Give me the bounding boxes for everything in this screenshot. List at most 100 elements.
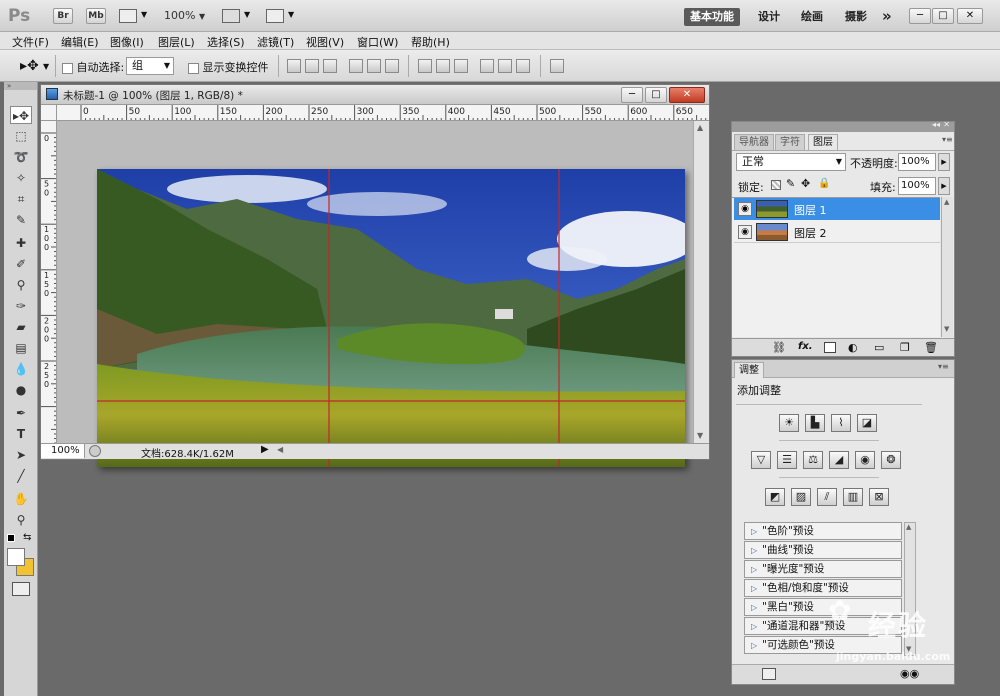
more-workspaces-icon[interactable]: » — [878, 8, 896, 26]
arrange-documents-icon[interactable] — [222, 9, 240, 23]
distribute-hcenter-icon[interactable] — [498, 59, 512, 73]
menu-layer[interactable]: 图层(L) — [158, 34, 195, 50]
hand-tool-icon[interactable]: ✋ — [10, 490, 32, 508]
fill-field[interactable]: 100% — [898, 177, 936, 195]
distribute-right-icon[interactable] — [516, 59, 530, 73]
distribute-bottom-icon[interactable] — [454, 59, 468, 73]
canvas-area[interactable] — [57, 121, 693, 467]
link-layers-icon[interactable]: ⛓ — [772, 341, 786, 354]
spot-healing-tool-icon[interactable]: ✚ — [10, 234, 32, 252]
blur-tool-icon[interactable]: 💧 — [10, 360, 32, 378]
new-layer-icon[interactable]: ❐ — [900, 341, 910, 354]
foreground-color-swatch[interactable] — [7, 548, 25, 566]
hue-saturation-icon[interactable]: ☰ — [777, 451, 797, 469]
color-balance-icon[interactable]: ⚖ — [803, 451, 823, 469]
chevron-down-icon[interactable]: ▼ — [288, 10, 294, 19]
vibrance-icon[interactable]: ▽ — [751, 451, 771, 469]
lasso-tool-icon[interactable]: ➰ — [10, 148, 32, 166]
lock-pixels-icon[interactable]: ✎ — [786, 177, 795, 190]
eyedropper-tool-icon[interactable]: ✎ — [10, 211, 32, 229]
zoom-tool-icon[interactable]: ⚲ — [10, 511, 32, 529]
chevron-down-icon[interactable]: ▼ — [141, 10, 147, 19]
invert-icon[interactable]: ◩ — [765, 488, 785, 506]
dodge-tool-icon[interactable]: ● — [10, 381, 32, 399]
panel-header[interactable]: ◂◂ ✕ — [732, 120, 954, 132]
distribute-top-icon[interactable] — [418, 59, 432, 73]
new-adjustment-layer-icon[interactable]: ◐ — [848, 341, 858, 354]
align-left-icon[interactable] — [349, 59, 363, 73]
preset-levels[interactable]: ▷ "色阶"预设 — [744, 522, 902, 540]
add-mask-icon[interactable] — [824, 342, 836, 353]
trash-icon[interactable]: 🗑 — [924, 341, 938, 354]
screen-mode-icon[interactable] — [266, 9, 284, 23]
doc-close-button[interactable]: ✕ — [669, 87, 705, 103]
eye-visibility-icon[interactable]: ◉ — [738, 225, 752, 239]
scroll-up-icon[interactable]: ▲ — [906, 523, 911, 531]
line-tool-icon[interactable]: ╱ — [10, 467, 32, 485]
selective-color-icon[interactable]: ⊠ — [869, 488, 889, 506]
new-group-folder-icon[interactable]: ▭ — [874, 341, 884, 354]
close-button[interactable]: ✕ — [957, 8, 983, 24]
clip-to-layer-icon[interactable] — [762, 668, 776, 680]
doc-minimize-button[interactable]: ─ — [621, 87, 643, 103]
threshold-icon[interactable]: ⫽ — [817, 488, 837, 506]
path-selection-tool-icon[interactable]: ➤ — [10, 446, 32, 464]
preset-exposure[interactable]: ▷ "曝光度"预设 — [744, 560, 902, 578]
preset-curves[interactable]: ▷ "曲线"预设 — [744, 541, 902, 559]
brightness-contrast-icon[interactable]: ☀ — [779, 414, 799, 432]
opacity-field[interactable]: 100% — [898, 153, 936, 171]
posterize-icon[interactable]: ▨ — [791, 488, 811, 506]
exposure-icon[interactable]: ◪ — [857, 414, 877, 432]
curves-icon[interactable]: ⌇ — [831, 414, 851, 432]
zoom-level-select[interactable]: 100% ▼ — [164, 9, 205, 22]
chevron-down-icon[interactable]: ▼ — [244, 10, 250, 19]
photo-filter-icon[interactable]: ◉ — [855, 451, 875, 469]
show-transform-option[interactable]: 显示变换控件 — [188, 59, 269, 75]
minimize-button[interactable]: ─ — [909, 8, 931, 24]
fill-slider-arrow-icon[interactable]: ▶ — [938, 177, 950, 195]
ruler-origin[interactable] — [41, 105, 57, 121]
opacity-slider-arrow-icon[interactable]: ▶ — [938, 153, 950, 171]
brush-tool-icon[interactable]: ✐ — [10, 255, 32, 273]
close-icon[interactable]: ✕ — [943, 120, 950, 129]
gradient-tool-icon[interactable]: ▤ — [10, 339, 32, 357]
auto-select-dropdown[interactable]: 组 ▼ — [126, 57, 174, 75]
auto-select-option[interactable]: 自动选择: — [62, 59, 124, 75]
tab-adjustments[interactable]: 调整 — [734, 362, 764, 378]
swap-colors-icon[interactable]: ⇆ — [23, 532, 31, 543]
scroll-left-icon[interactable]: ◀ — [277, 445, 283, 454]
view-extras-icon[interactable] — [119, 9, 137, 23]
clone-stamp-tool-icon[interactable]: ⚲ — [10, 276, 32, 294]
menu-file[interactable]: 文件(F) — [12, 34, 49, 50]
chevron-down-icon[interactable]: ▼ — [43, 62, 49, 71]
menu-select[interactable]: 选择(S) — [207, 34, 245, 50]
scroll-up-icon[interactable]: ▲ — [944, 198, 949, 206]
distribute-left-icon[interactable] — [480, 59, 494, 73]
tab-layers[interactable]: 图层 — [808, 134, 838, 150]
lock-all-icon[interactable]: 🔒 — [818, 178, 830, 189]
quick-selection-tool-icon[interactable]: ✧ — [10, 169, 32, 187]
menu-edit[interactable]: 编辑(E) — [61, 34, 99, 50]
align-horizontal-center-icon[interactable] — [367, 59, 381, 73]
scroll-down-icon[interactable]: ▼ — [697, 431, 703, 440]
menu-view[interactable]: 视图(V) — [306, 34, 344, 50]
workspace-design[interactable]: 设计 — [754, 8, 784, 26]
menu-help[interactable]: 帮助(H) — [411, 34, 450, 50]
document-title-bar[interactable]: 未标题-1 @ 100% (图层 1, RGB/8) * ─ □ ✕ — [41, 85, 709, 105]
move-tool-icon[interactable]: ▸✥ — [10, 106, 32, 124]
show-transform-checkbox[interactable] — [188, 62, 199, 74]
menu-filter[interactable]: 滤镜(T) — [257, 34, 294, 50]
move-tool-preset-icon[interactable]: ▸✥ — [20, 58, 39, 74]
panel-menu-icon[interactable]: ▾≡ — [938, 362, 949, 371]
quick-mask-icon[interactable] — [12, 582, 30, 596]
maximize-button[interactable]: □ — [932, 8, 954, 24]
layer-row-2[interactable]: ◉ 图层 2 — [734, 221, 940, 243]
status-menu-arrow-icon[interactable]: ▶ — [261, 444, 269, 455]
workspace-photography[interactable]: 摄影 — [841, 8, 871, 26]
lock-position-icon[interactable]: ✥ — [801, 177, 810, 190]
history-brush-tool-icon[interactable]: ✑ — [10, 297, 32, 315]
menu-image[interactable]: 图像(I) — [110, 34, 144, 50]
workspace-painting[interactable]: 绘画 — [797, 8, 827, 26]
align-top-icon[interactable] — [287, 59, 301, 73]
channel-mixer-icon[interactable]: ❂ — [881, 451, 901, 469]
